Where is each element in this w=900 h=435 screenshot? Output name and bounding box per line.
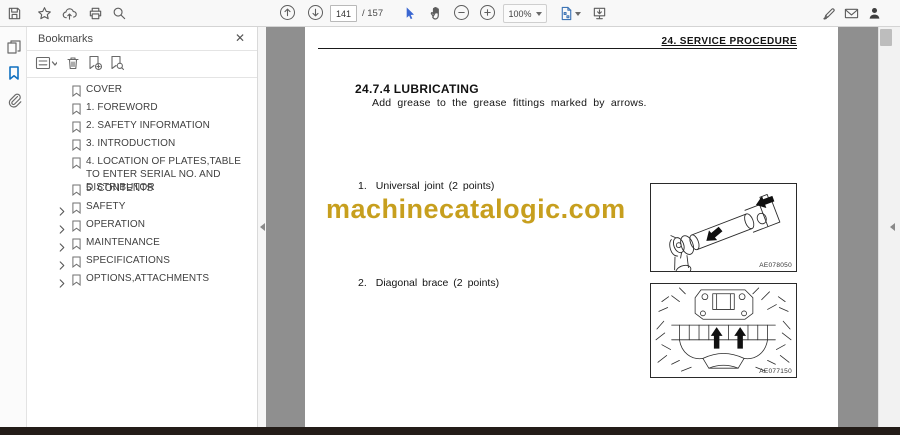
zoom-in-icon[interactable] bbox=[480, 5, 495, 20]
close-icon[interactable]: ✕ bbox=[235, 31, 245, 45]
scrollbar[interactable] bbox=[878, 27, 900, 427]
document-pane[interactable]: 24. SERVICE PROCEDURE 24.7.4 LUBRICATING… bbox=[266, 27, 878, 427]
bookmark-icon bbox=[72, 201, 81, 219]
star-icon[interactable] bbox=[36, 5, 53, 22]
bookmark-icon bbox=[72, 156, 81, 174]
account-icon[interactable] bbox=[866, 5, 883, 22]
bookmark-icon bbox=[72, 255, 81, 273]
bookmark-icon bbox=[72, 219, 81, 237]
figure-label: AE077150 bbox=[759, 368, 792, 375]
bookmark-item[interactable]: 3. INTRODUCTION bbox=[59, 137, 249, 156]
page-header: 24. SERVICE PROCEDURE bbox=[661, 36, 797, 47]
find-bookmark-icon[interactable] bbox=[109, 55, 127, 73]
scrollbar-thumb[interactable] bbox=[880, 29, 892, 46]
share-upload-icon[interactable] bbox=[61, 5, 78, 22]
chevron-down-icon[interactable] bbox=[574, 5, 582, 22]
mail-icon[interactable] bbox=[843, 5, 860, 22]
previous-page-icon[interactable] bbox=[280, 5, 295, 20]
bookmark-item[interactable]: OPTIONS,ATTACHMENTS bbox=[59, 272, 249, 293]
section-body: Add grease to the grease fittings marked… bbox=[372, 97, 647, 109]
zoom-out-icon[interactable] bbox=[454, 5, 469, 20]
header-rule bbox=[318, 48, 797, 49]
bookmark-options-icon[interactable] bbox=[35, 55, 61, 73]
collapse-panel-icon[interactable] bbox=[258, 218, 266, 236]
pdf-reader-window: / 157 100% bbox=[0, 0, 900, 435]
panel-splitter[interactable] bbox=[258, 27, 266, 427]
hand-tool-icon[interactable] bbox=[427, 5, 444, 22]
page-count-label: / 157 bbox=[362, 8, 384, 19]
section-title: 24.7.4 LUBRICATING bbox=[355, 82, 479, 96]
chevron-down-icon bbox=[535, 11, 542, 16]
chevron-right-icon[interactable] bbox=[59, 275, 67, 293]
top-toolbar: / 157 100% bbox=[0, 0, 900, 27]
select-tool-icon[interactable] bbox=[401, 5, 418, 22]
list-item: 1. Universal joint (2 points) bbox=[358, 180, 495, 192]
delete-bookmark-icon[interactable] bbox=[65, 55, 83, 73]
collapse-tools-icon[interactable] bbox=[887, 218, 897, 236]
zoom-level-dropdown[interactable]: 100% bbox=[503, 4, 547, 23]
zoom-level-value: 100% bbox=[508, 8, 532, 19]
next-page-icon[interactable] bbox=[308, 5, 323, 20]
figure-universal-joint: AE078050 bbox=[650, 183, 797, 272]
watermark-text: machinecatalogic.com bbox=[326, 194, 626, 224]
new-bookmark-icon[interactable] bbox=[87, 55, 105, 73]
bookmarks-icon[interactable] bbox=[6, 65, 22, 81]
presentation-mode-icon[interactable] bbox=[591, 5, 608, 22]
bookmark-item[interactable]: 2. SAFETY INFORMATION bbox=[59, 119, 249, 138]
pdf-page: 24. SERVICE PROCEDURE 24.7.4 LUBRICATING… bbox=[305, 27, 838, 427]
bookmark-item[interactable]: 5. CONTENTS bbox=[59, 182, 249, 201]
list-item: 2. Diagonal brace (2 points) bbox=[358, 277, 500, 289]
bookmark-icon bbox=[72, 183, 81, 201]
bookmarks-panel: Bookmarks ✕ COVER 1. FOREWORD 2. SAFETY … bbox=[27, 27, 258, 427]
bookmark-icon bbox=[72, 84, 81, 102]
page-number-input[interactable] bbox=[330, 5, 357, 22]
bottom-edge-bar bbox=[0, 427, 900, 435]
page-thumbnails-icon[interactable] bbox=[6, 39, 22, 55]
print-icon[interactable] bbox=[87, 5, 104, 22]
bookmark-icon bbox=[72, 102, 81, 120]
bookmark-icon bbox=[72, 273, 81, 291]
figure-label: AE078050 bbox=[759, 262, 792, 269]
search-icon[interactable] bbox=[111, 5, 128, 22]
bookmarks-panel-title: Bookmarks bbox=[38, 33, 94, 45]
save-icon[interactable] bbox=[6, 5, 23, 22]
bookmark-icon bbox=[72, 138, 81, 156]
bookmark-item[interactable]: 1. FOREWORD bbox=[59, 101, 249, 120]
bookmark-icon bbox=[72, 237, 81, 255]
figure-diagonal-brace: AE077150 bbox=[650, 283, 797, 378]
attachments-icon[interactable] bbox=[6, 92, 22, 108]
fill-sign-icon[interactable] bbox=[821, 5, 838, 22]
navigation-rail bbox=[0, 27, 27, 427]
bookmark-icon bbox=[72, 120, 81, 138]
page-display-icon[interactable] bbox=[558, 5, 575, 22]
bookmark-item[interactable]: COVER bbox=[59, 83, 249, 102]
